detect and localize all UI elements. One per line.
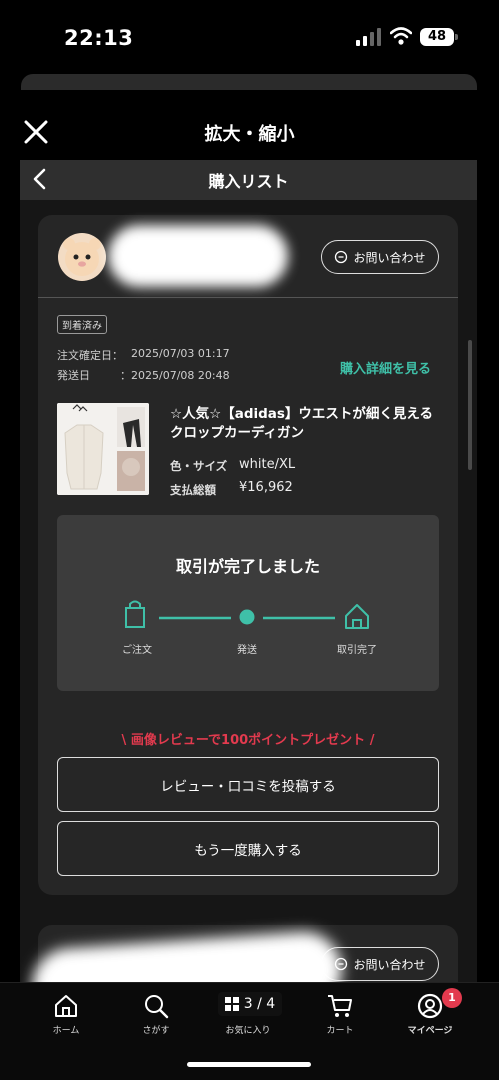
- viewer-title: 拡大・縮小: [204, 124, 295, 145]
- total-value: ¥16,962: [239, 480, 293, 495]
- contact-button[interactable]: お問い合わせ: [321, 240, 439, 274]
- scrollbar[interactable]: [468, 340, 472, 470]
- progress-title: 取引が完了しました: [175, 557, 320, 576]
- color-size-value: white/XL: [239, 457, 296, 472]
- notification-badge: 1: [442, 988, 462, 1008]
- contact-label-2: お問い合わせ: [353, 957, 426, 972]
- review-button[interactable]: レビュー・口コミを投稿する: [57, 757, 439, 812]
- tab-home[interactable]: ホーム: [26, 993, 106, 1036]
- color-size-label: 色・サイズ: [170, 459, 228, 473]
- home-indicator[interactable]: [187, 1062, 311, 1067]
- tab-mypage-label: マイページ: [407, 1026, 453, 1036]
- page-indicator[interactable]: 3 / 4: [218, 992, 282, 1016]
- chat-icon: [335, 250, 348, 264]
- tab-cart-label: カート: [326, 1026, 354, 1036]
- confirmed-date-label: 注文確定日：: [57, 349, 123, 362]
- screen-header: 購入リスト: [20, 160, 477, 200]
- status-badge: 到着済み: [57, 315, 107, 334]
- shipped-date-value: ：2025/07/08 20:48: [120, 369, 230, 382]
- wifi-icon: [390, 27, 412, 45]
- search-icon: [145, 995, 169, 1019]
- step-order-label: ご注文: [122, 645, 152, 656]
- review-promo: \ 画像レビューで100ポイントプレゼント /: [38, 729, 458, 748]
- home-icon: [55, 995, 77, 1017]
- product-thumbnail[interactable]: [57, 403, 149, 495]
- order-card: お問い合わせ 到着済み 注文確定日： 2025/07/03 01:17 発送日 …: [38, 215, 458, 895]
- tab-search-label: さがす: [142, 1026, 170, 1036]
- battery-level: 48: [420, 28, 454, 46]
- page-indicator-text: 3 / 4: [243, 996, 276, 1012]
- screen-title: 購入リスト: [208, 172, 289, 191]
- screenshot-view: 購入リスト お問い合わせ 到着済み 注文確定日： 2025/07/03 01:1…: [20, 160, 477, 1000]
- order-detail-link[interactable]: 購入詳細を見る: [340, 358, 431, 377]
- seller-name-redacted: [108, 225, 288, 287]
- tab-favorite-label: お気に入り: [225, 1026, 271, 1036]
- confirmed-date-value: 2025/07/03 01:17: [131, 347, 230, 360]
- mypage-icon: [417, 993, 443, 1019]
- shipped-date-label: 発送日: [57, 369, 90, 382]
- status-time: 22:13: [64, 26, 134, 50]
- home-complete-icon: [345, 604, 369, 629]
- tab-search[interactable]: さがす: [116, 993, 196, 1036]
- seller-avatar: [58, 233, 106, 281]
- cart-icon: [328, 995, 352, 1017]
- progress-track: [125, 600, 369, 629]
- tab-favorite[interactable]: お気に入り: [208, 1023, 288, 1036]
- total-label: 支払総額: [170, 483, 216, 497]
- transaction-progress: 取引が完了しました ご注文 発送 取引完了: [57, 515, 439, 691]
- contact-label: お問い合わせ: [353, 250, 426, 265]
- divider: [38, 297, 458, 298]
- tab-home-label: ホーム: [52, 1026, 80, 1036]
- signal-icon: [356, 28, 381, 46]
- battery-tip: [455, 34, 458, 40]
- bear-face-icon: [63, 238, 101, 276]
- rebuy-button[interactable]: もう一度購入する: [57, 821, 439, 876]
- screen: 22:13 48 拡大・縮小 購入リスト お問い合わせ 到着済み 注文確定日： …: [0, 0, 499, 1080]
- sheet-handle-area: [21, 74, 477, 90]
- tab-cart[interactable]: カート: [300, 993, 380, 1036]
- grid-icon: [224, 997, 239, 1011]
- shipped-dot: [239, 609, 255, 625]
- step-complete-label: 取引完了: [337, 645, 377, 656]
- promo-text: \ 画像レビューで100ポイントプレゼント /: [121, 733, 375, 748]
- step-shipped-label: 発送: [237, 645, 257, 656]
- order-bag-icon: [125, 600, 145, 628]
- product-name[interactable]: ☆人気☆【adidas】ウエストが細く見えるクロップカーディガン: [170, 405, 445, 443]
- product-image: [57, 403, 149, 495]
